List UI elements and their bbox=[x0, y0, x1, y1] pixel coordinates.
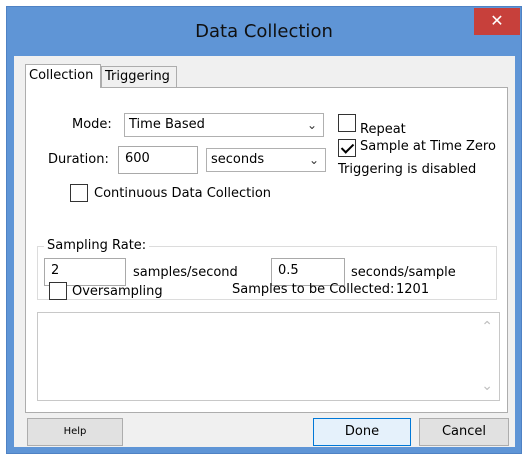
continuous-collection-checkbox[interactable] bbox=[70, 184, 88, 202]
repeat-label: Repeat bbox=[360, 122, 406, 137]
window-title: Data Collection bbox=[195, 21, 333, 42]
collection-tab-panel: Mode: Time Based ⌄ Duration: 600 seconds… bbox=[25, 87, 508, 413]
done-button[interactable]: Done bbox=[313, 418, 411, 446]
tab-triggering[interactable]: Triggering bbox=[101, 66, 177, 87]
triggering-status: Triggering is disabled bbox=[338, 162, 477, 177]
continuous-collection-label: Continuous Data Collection bbox=[94, 186, 272, 201]
samples-to-collect-count: 1201 bbox=[396, 282, 430, 297]
scroll-up-icon[interactable]: ⌃ bbox=[481, 319, 493, 335]
notes-textarea[interactable]: ⌃ ⌄ bbox=[37, 312, 500, 401]
title-bar[interactable]: Data Collection ✕ bbox=[7, 7, 521, 56]
scroll-down-icon[interactable]: ⌄ bbox=[481, 378, 493, 394]
dialog-window: Data Collection ✕ Collection Triggering … bbox=[6, 6, 522, 454]
close-button[interactable]: ✕ bbox=[474, 8, 520, 35]
sampling-rate-title: Sampling Rate: bbox=[44, 239, 150, 253]
chevron-down-icon: ⌄ bbox=[308, 153, 319, 167]
sampling-interval-unit: seconds/sample bbox=[351, 265, 456, 280]
sampling-rate-unit: samples/second bbox=[133, 265, 238, 280]
duration-unit-select[interactable]: seconds ⌄ bbox=[206, 148, 326, 172]
oversampling-checkbox[interactable] bbox=[49, 282, 67, 300]
sample-at-time-zero-checkbox[interactable] bbox=[338, 139, 356, 157]
cancel-button[interactable]: Cancel bbox=[419, 418, 509, 446]
mode-label: Mode: bbox=[72, 117, 112, 132]
duration-unit-value: seconds bbox=[211, 152, 265, 167]
mode-value: Time Based bbox=[129, 117, 205, 132]
samples-to-collect-label: Samples to be Collected: bbox=[232, 282, 395, 297]
sample-at-time-zero-label: Sample at Time Zero bbox=[360, 139, 496, 154]
duration-input[interactable]: 600 bbox=[118, 146, 198, 174]
repeat-checkbox[interactable] bbox=[338, 114, 356, 132]
chevron-down-icon: ⌄ bbox=[306, 118, 317, 132]
dialog-client-area: Collection Triggering Mode: Time Based ⌄… bbox=[14, 56, 515, 447]
mode-select[interactable]: Time Based ⌄ bbox=[124, 113, 324, 137]
tab-collection[interactable]: Collection bbox=[25, 64, 101, 88]
duration-label: Duration: bbox=[48, 152, 109, 167]
close-icon: ✕ bbox=[490, 11, 504, 30]
oversampling-label: Oversampling bbox=[72, 284, 163, 299]
help-button[interactable]: Help bbox=[27, 418, 123, 446]
